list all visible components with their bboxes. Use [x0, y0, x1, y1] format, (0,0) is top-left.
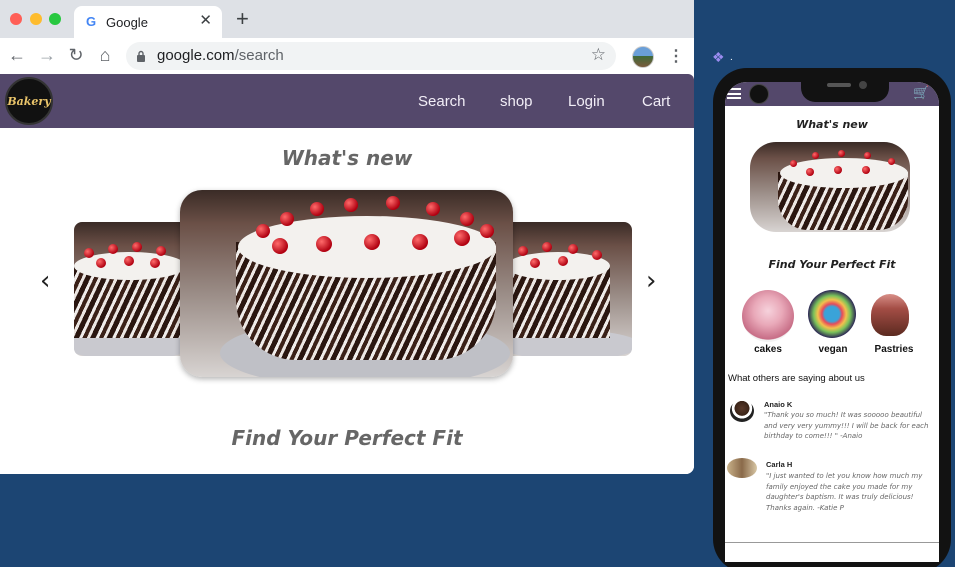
review-avatar	[730, 400, 754, 422]
browser-menu-icon[interactable]: ⋮	[668, 46, 684, 68]
logo-text: Bakery	[7, 95, 51, 108]
maximize-window-button[interactable]	[49, 13, 61, 25]
url-path: /search	[234, 47, 284, 64]
review-text: "I just wanted to let you know how much …	[766, 472, 923, 512]
carousel-image-next[interactable]	[510, 222, 632, 356]
sparkle-dot: .	[730, 52, 733, 63]
address-bar[interactable]: google.com/search ☆	[126, 42, 616, 70]
carousel-prev-icon[interactable]: ‹	[40, 266, 50, 296]
category-vegan-image[interactable]	[808, 290, 856, 338]
phone-mockup: op 🛒 What's new Find Your Perfect Fit ca…	[713, 68, 951, 567]
category-pastries-image[interactable]	[871, 294, 909, 336]
tab-google[interactable]: G Google ✕	[74, 6, 222, 38]
new-tab-icon[interactable]: +	[236, 8, 249, 30]
home-icon[interactable]: ⌂	[94, 44, 116, 66]
phone-bottom-bar	[725, 542, 939, 562]
tab-title: Google	[106, 15, 148, 30]
phone-notch	[801, 78, 889, 102]
nav-shop-link[interactable]: shop	[500, 93, 533, 110]
review-name: Carla H	[766, 460, 793, 469]
category-vegan-label[interactable]: vegan	[802, 344, 864, 355]
nav-login-link[interactable]: Login	[568, 93, 605, 110]
google-favicon-icon: G	[85, 14, 97, 29]
site-navbar: Bakery Search shop Login Cart	[0, 74, 694, 128]
phone-whats-new-heading: What's new	[796, 118, 868, 131]
bakery-logo[interactable]: Bakery	[5, 77, 53, 125]
phone-find-fit-heading: Find Your Perfect Fit	[768, 258, 896, 271]
tab-bar: G Google ✕ +	[0, 0, 694, 38]
phone-carousel-image[interactable]	[750, 142, 910, 232]
category-pastries-label[interactable]: Pastries	[863, 344, 925, 355]
url-text: google.com/search	[157, 47, 284, 64]
carousel-image-active[interactable]	[180, 190, 513, 377]
profile-avatar[interactable]	[632, 46, 654, 68]
category-cakes-image[interactable]	[742, 290, 794, 342]
reload-icon[interactable]: ↻	[65, 44, 87, 66]
review-name: Anaio K	[764, 400, 793, 409]
url-host: google.com	[157, 47, 235, 64]
cart-icon[interactable]: 🛒	[913, 85, 929, 101]
bookmark-star-icon[interactable]: ☆	[591, 45, 606, 65]
hamburger-menu-icon[interactable]	[727, 88, 741, 99]
category-cakes-label[interactable]: cakes	[737, 344, 799, 355]
review-text: "Thank you so much! It was sooooo beauti…	[764, 411, 929, 440]
website: Bakery Search shop Login Cart What's new…	[0, 74, 694, 474]
back-icon[interactable]: ←	[6, 44, 28, 66]
phone-logo[interactable]	[749, 84, 769, 104]
whats-new-heading: What's new	[281, 146, 413, 170]
nav-cart-link[interactable]: Cart	[642, 93, 670, 110]
tab-close-icon[interactable]: ✕	[199, 12, 212, 30]
phone-screen: op 🛒 What's new Find Your Perfect Fit ca…	[725, 82, 939, 562]
browser-toolbar: ← → ↻ ⌂ google.com/search ☆	[0, 38, 694, 74]
testimonials-heading: What others are saying about us	[728, 373, 865, 384]
sparkle-icon: ❖	[712, 49, 725, 65]
browser-window: G Google ✕ + ← → ↻ ⌂ google.com/search ☆…	[0, 0, 694, 474]
close-window-button[interactable]	[10, 13, 22, 25]
find-fit-heading: Find Your Perfect Fit	[231, 426, 463, 450]
carousel-next-icon[interactable]: ›	[646, 266, 656, 296]
nav-search-link[interactable]: Search	[418, 93, 466, 110]
forward-icon[interactable]: →	[36, 44, 58, 66]
minimize-window-button[interactable]	[30, 13, 42, 25]
carousel-image-prev[interactable]	[74, 222, 184, 356]
review-avatar	[727, 458, 757, 478]
lock-icon	[137, 50, 145, 62]
